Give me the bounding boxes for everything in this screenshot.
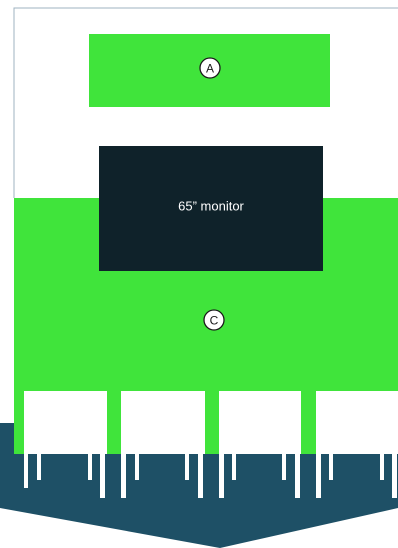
zone-a-marker: A xyxy=(206,62,214,76)
monitor: 65” monitor xyxy=(99,146,323,271)
zone-c-marker: C xyxy=(210,314,219,328)
zone-a: A xyxy=(89,34,330,107)
room-layout-diagram: A C 65” monitor xyxy=(0,0,398,548)
zone-c-label: C xyxy=(203,309,225,331)
floor-plan: A C 65” monitor xyxy=(0,7,398,548)
monitor-label: 65” monitor xyxy=(178,199,244,214)
